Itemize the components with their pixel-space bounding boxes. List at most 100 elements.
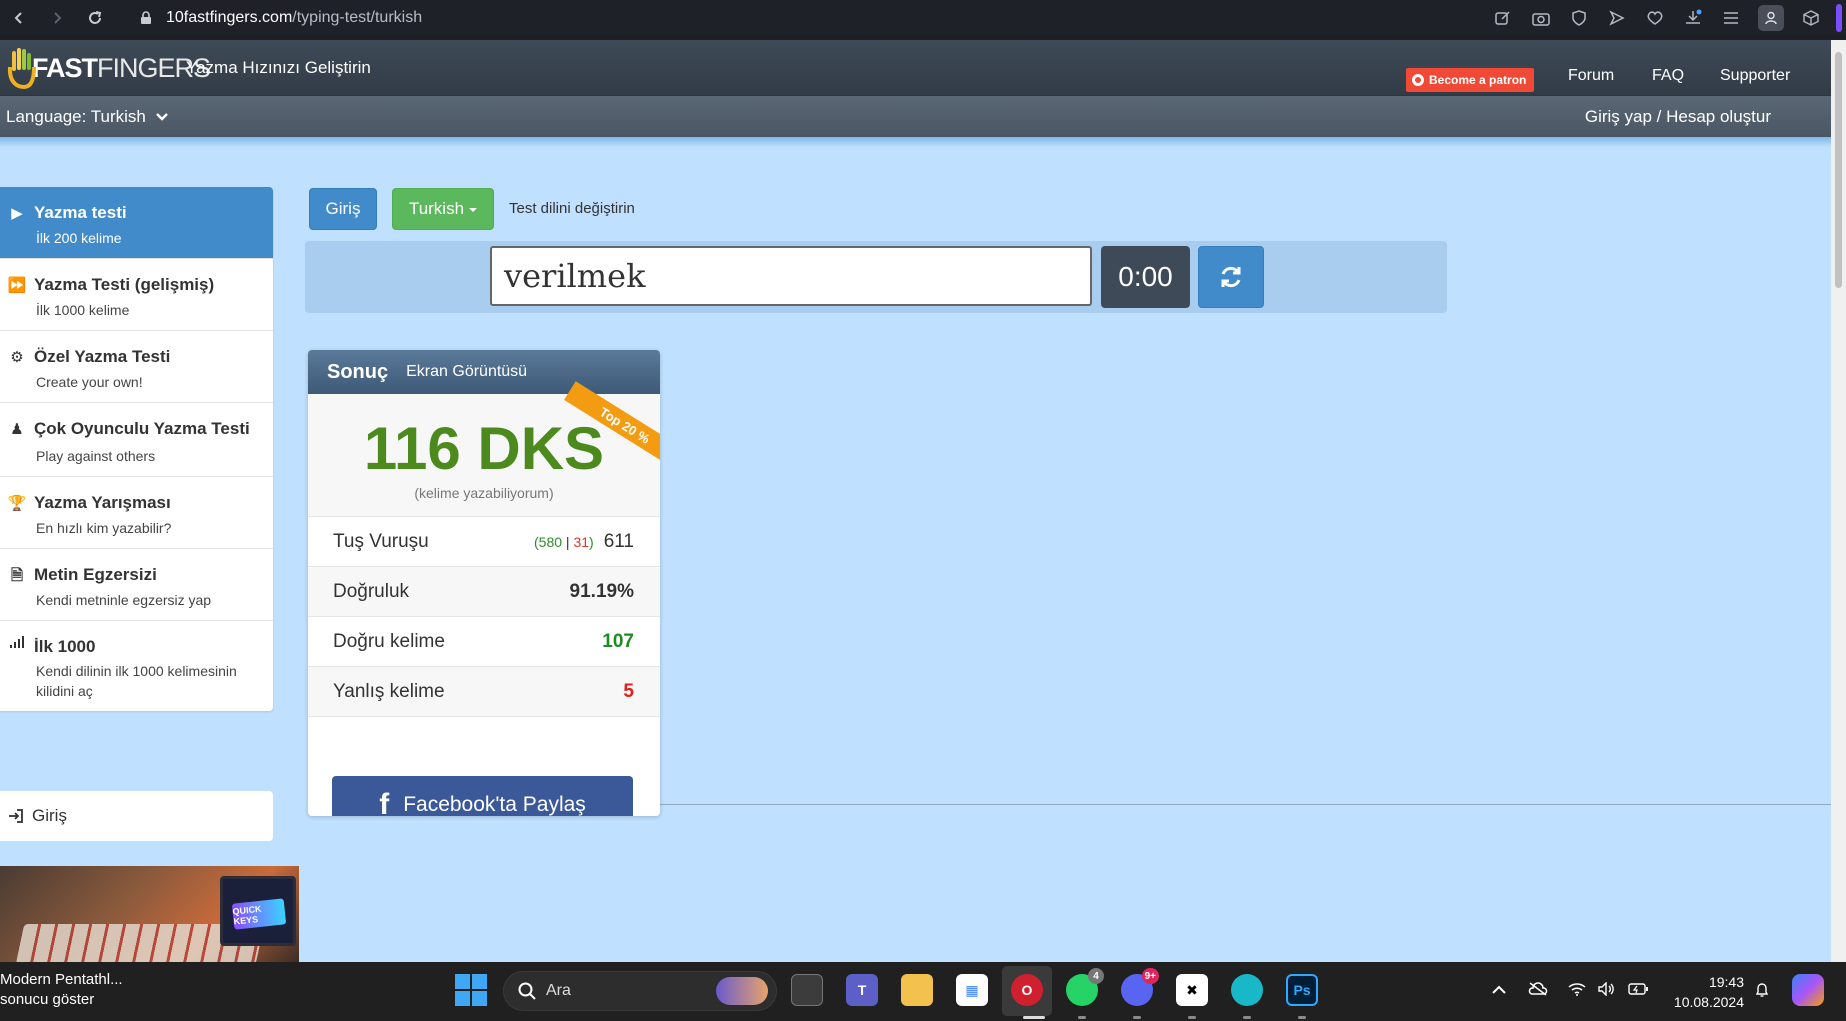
favorites-button[interactable]	[1636, 0, 1674, 35]
sidebar-item-multiplayer[interactable]: ♟ Çok Oyunculu Yazma Testi Play against o…	[0, 403, 273, 477]
sidebar-item-label: Yazma testi	[34, 203, 127, 222]
caret-down-icon	[469, 208, 478, 212]
wifi-icon[interactable]	[1568, 982, 1586, 1000]
language-selector[interactable]: Language: Turkish	[6, 107, 168, 127]
logo-text: FASTFINGERS	[32, 52, 211, 84]
sidebar-item-competition[interactable]: 🏆 Yazma Yarışması En hızlı kim yazabilir?	[0, 477, 273, 549]
screenshot-tab[interactable]: Ekran Görüntüsü	[406, 363, 527, 381]
sign-in-icon	[9, 809, 23, 823]
chevron-left-icon	[14, 11, 22, 24]
result-tab[interactable]: Sonuç	[327, 361, 388, 384]
address-bar[interactable]: 10fastfingers.com/typing-test/turkish	[140, 9, 422, 27]
document-icon: 🗎	[10, 567, 24, 584]
signal-bars-icon	[10, 636, 24, 648]
site-logo[interactable]: FASTFINGERS	[6, 46, 211, 90]
sidebar-item-top-1000[interactable]: İlk 1000 Kendi dilinin ilk 1000 kelimesi…	[0, 621, 273, 711]
snapshot-button[interactable]	[1522, 0, 1560, 35]
taskbar-clock[interactable]: 19:43 10.08.2024	[1668, 972, 1744, 1012]
taskbar-search[interactable]: Ara	[503, 971, 777, 1011]
windows-taskbar: Modern Pentathl... sonucu göster Ara T ▦…	[0, 962, 1846, 1021]
task-view-icon[interactable]	[791, 974, 823, 1006]
chevron-up-icon[interactable]	[1492, 982, 1506, 999]
back-button[interactable]	[0, 0, 38, 35]
logo-fast: FAST	[32, 52, 98, 83]
restart-button[interactable]	[1198, 246, 1264, 308]
whatsapp-icon[interactable]: 4	[1066, 968, 1104, 1006]
copilot-icon[interactable]	[1792, 974, 1824, 1006]
page-scrollbar[interactable]	[1831, 40, 1846, 962]
reload-button[interactable]	[76, 0, 114, 35]
header-stripe	[0, 137, 1831, 147]
shield-icon	[1572, 9, 1586, 26]
capcut-icon[interactable]: ✖	[1176, 974, 1208, 1006]
ad-laptop-image: QUICK KEYS	[220, 876, 296, 946]
nav-supporter[interactable]: Supporter	[1720, 67, 1790, 85]
facebook-share-label: Facebook'ta Paylaş	[403, 793, 586, 816]
pencil-square-icon	[1495, 10, 1510, 25]
downloads-button[interactable]	[1674, 0, 1712, 35]
running-indicator	[1298, 1016, 1306, 1019]
taskbar-widget-title: Modern Pentathl...	[0, 971, 123, 988]
search-placeholder: Ara	[546, 982, 571, 999]
volume-icon[interactable]	[1598, 981, 1616, 1000]
vpn-button[interactable]	[1560, 0, 1598, 35]
gears-icon: ⚙	[10, 349, 24, 366]
lock-icon	[141, 10, 151, 24]
heart-icon	[1647, 10, 1663, 25]
canva-icon[interactable]	[1231, 974, 1263, 1006]
menu-icon	[1724, 11, 1738, 24]
forward-button[interactable]	[38, 0, 76, 35]
result-header: Sonuç Ekran Görüntüsü	[308, 350, 660, 394]
scrollbar-thumb[interactable]	[1835, 52, 1842, 288]
start-button[interactable]	[455, 974, 487, 1006]
advertisement-banner[interactable]: QUICK KEYS	[0, 866, 299, 962]
battery-icon[interactable]	[1628, 982, 1648, 1000]
hand-logo-icon	[7, 48, 36, 89]
sidebar-item-text-practice[interactable]: 🗎 Metin Egzersizi Kendi metninle egzersiz…	[0, 549, 273, 621]
onedrive-offline-icon[interactable]	[1528, 982, 1548, 1000]
sidebar-item-sub: Play against others	[36, 448, 156, 464]
sidebar-item-label: Çok Oyunculu Yazma Testi	[34, 419, 250, 438]
play-icon: ▶	[11, 205, 23, 222]
sidebar-item-typing-test[interactable]: ▶ Yazma testi İlk 200 kelime	[0, 187, 273, 259]
store-icon[interactable]: ▦	[956, 974, 988, 1006]
signal-icon	[8, 636, 26, 648]
test-language-dropdown[interactable]: Turkish	[392, 188, 494, 230]
photoshop-icon[interactable]: Ps	[1286, 974, 1318, 1006]
become-patron-button[interactable]: Become a patron	[1406, 68, 1535, 92]
sidebar-item-custom-test[interactable]: ⚙ Özel Yazma Testi Create your own!	[0, 331, 273, 403]
sidebar-login[interactable]: Giriş	[0, 791, 273, 841]
nav-faq[interactable]: FAQ	[1652, 67, 1684, 85]
sidebar-item-sub: İlk 1000 kelime	[36, 302, 130, 318]
chevron-down-icon	[156, 113, 168, 121]
trophy-icon: 🏆	[7, 495, 27, 512]
taskbar-widget[interactable]: Modern Pentathl... sonucu göster	[0, 970, 123, 1010]
sidebar-item-sub: Kendi dilinin ilk 1000 kelimesinin kilid…	[36, 663, 237, 699]
sidebar-item-advanced-test[interactable]: ⏩ Yazma Testi (gelişmiş) İlk 1000 kelime	[0, 259, 273, 331]
menu-button[interactable]	[1712, 0, 1750, 35]
patreon-icon	[1412, 74, 1424, 86]
typing-input[interactable]: verilmek	[490, 246, 1092, 306]
edit-page-button[interactable]	[1484, 0, 1522, 35]
site-subheader: Language: Turkish Giriş yap / Hesap oluş…	[0, 95, 1831, 137]
language-hint: Test dilini değiştirin	[509, 200, 635, 217]
discord-badge: 9+	[1141, 968, 1159, 984]
running-indicator	[1023, 1016, 1045, 1019]
fast-forward-icon: ⏩	[7, 277, 27, 294]
extensions-button[interactable]	[1792, 0, 1830, 35]
result-summary: Top 20 % 116 DKS (kelime yazabiliyorum)	[308, 381, 660, 517]
keystrokes-correct: 580	[538, 533, 563, 550]
login-register-link[interactable]: Giriş yap / Hesap oluştur	[1585, 107, 1771, 127]
notification-bell-icon[interactable]	[1754, 982, 1770, 1002]
discord-icon[interactable]: 9+	[1121, 968, 1159, 1006]
file-explorer-icon[interactable]	[901, 974, 933, 1006]
opera-icon[interactable]: O	[1011, 974, 1043, 1006]
flow-button[interactable]	[1598, 0, 1636, 35]
facebook-share-button[interactable]: f Facebook'ta Paylaş	[332, 776, 633, 816]
nav-forum[interactable]: Forum	[1568, 67, 1614, 85]
teams-icon[interactable]: T	[846, 974, 878, 1006]
login-button[interactable]: Giriş	[309, 188, 377, 230]
keystrokes-wrong: 31	[573, 533, 590, 550]
page-viewport: FASTFINGERS Yazma Hızınızı Geliştirin Be…	[0, 40, 1846, 962]
profile-button[interactable]	[1758, 4, 1784, 31]
